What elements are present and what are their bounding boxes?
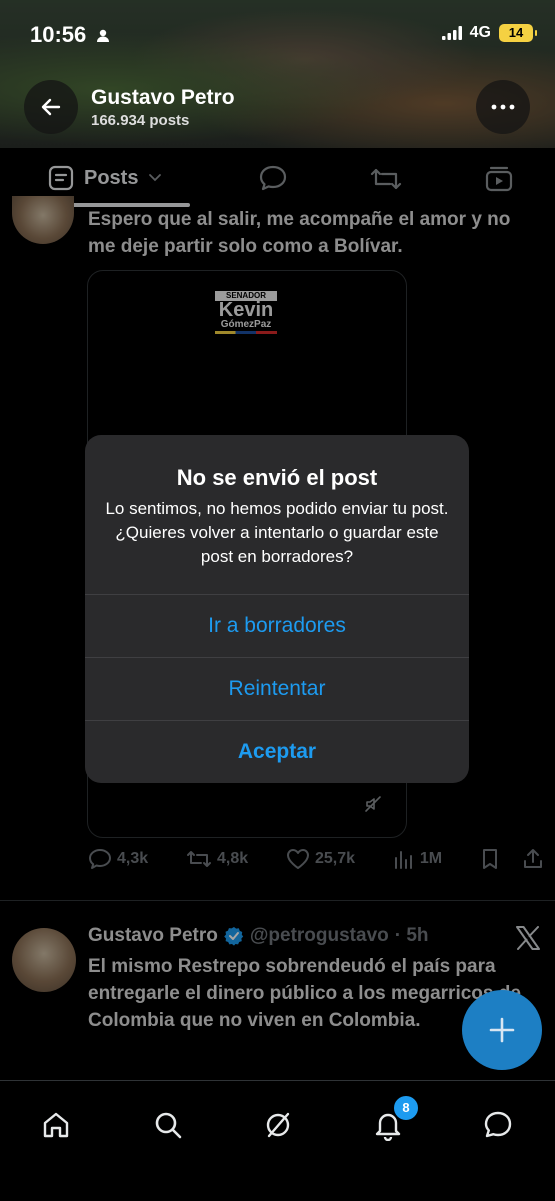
status-indicators: 4G 14 — [441, 24, 537, 42]
error-alert-dialog: No se envió el post Lo sentimos, no hemo… — [85, 435, 469, 783]
compose-button[interactable] — [462, 990, 542, 1070]
notifications-badge: 8 — [392, 1094, 420, 1122]
compose-plus-icon — [488, 1016, 516, 1044]
messages-icon — [482, 1109, 514, 1141]
bottom-navigation — [0, 1080, 555, 1201]
status-time-text: 10:56 — [30, 22, 87, 47]
person-icon — [96, 29, 110, 43]
nav-messages[interactable] — [478, 1105, 518, 1145]
nav-search[interactable] — [148, 1105, 188, 1145]
profile-posts-count: 166.934 posts — [91, 112, 190, 129]
nav-grok[interactable] — [258, 1105, 298, 1145]
go-to-drafts-button[interactable]: Ir a borradores — [85, 594, 469, 657]
alert-message: Lo sentimos, no hemos podido enviar tu p… — [105, 499, 449, 566]
grok-icon — [263, 1110, 293, 1140]
accept-button[interactable]: Aceptar — [85, 720, 469, 783]
back-button[interactable] — [24, 80, 78, 134]
profile-name: Gustavo Petro — [91, 86, 235, 109]
signal-icon — [441, 26, 462, 40]
retry-button[interactable]: Reintentar — [85, 657, 469, 720]
more-icon — [491, 104, 515, 110]
battery-indicator: 14 — [499, 24, 537, 42]
home-icon — [40, 1109, 72, 1141]
network-label: 4G — [469, 24, 491, 41]
back-arrow-icon — [39, 95, 63, 119]
status-time: 10:56 — [30, 22, 110, 48]
more-button[interactable] — [476, 80, 530, 134]
search-icon — [153, 1110, 183, 1140]
alert-title: No se envió el post — [176, 465, 378, 490]
nav-home[interactable] — [36, 1105, 76, 1145]
